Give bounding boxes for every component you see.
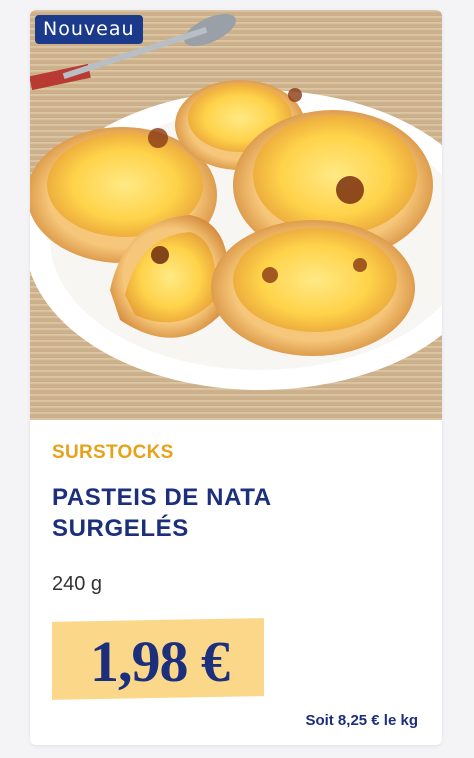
new-badge: Nouveau <box>35 15 143 44</box>
product-category: SURSTOCKS <box>52 442 174 463</box>
pasteis-de-nata-photo <box>30 10 442 420</box>
product-image[interactable]: Nouveau <box>30 10 442 420</box>
product-title-line2: SURGELÉS <box>52 515 189 542</box>
product-title-line1: PASTEIS DE NATA <box>52 484 272 511</box>
unit-price: Soit 8,25 € le kg <box>305 712 418 729</box>
product-price: 1,98 € <box>90 629 230 694</box>
product-title[interactable]: PASTEIS DE NATA SURGELÉS <box>52 482 422 544</box>
product-card[interactable]: Nouveau SURSTOCKS PASTEIS DE NATA SURGEL… <box>30 10 442 745</box>
product-weight: 240 g <box>52 573 103 595</box>
